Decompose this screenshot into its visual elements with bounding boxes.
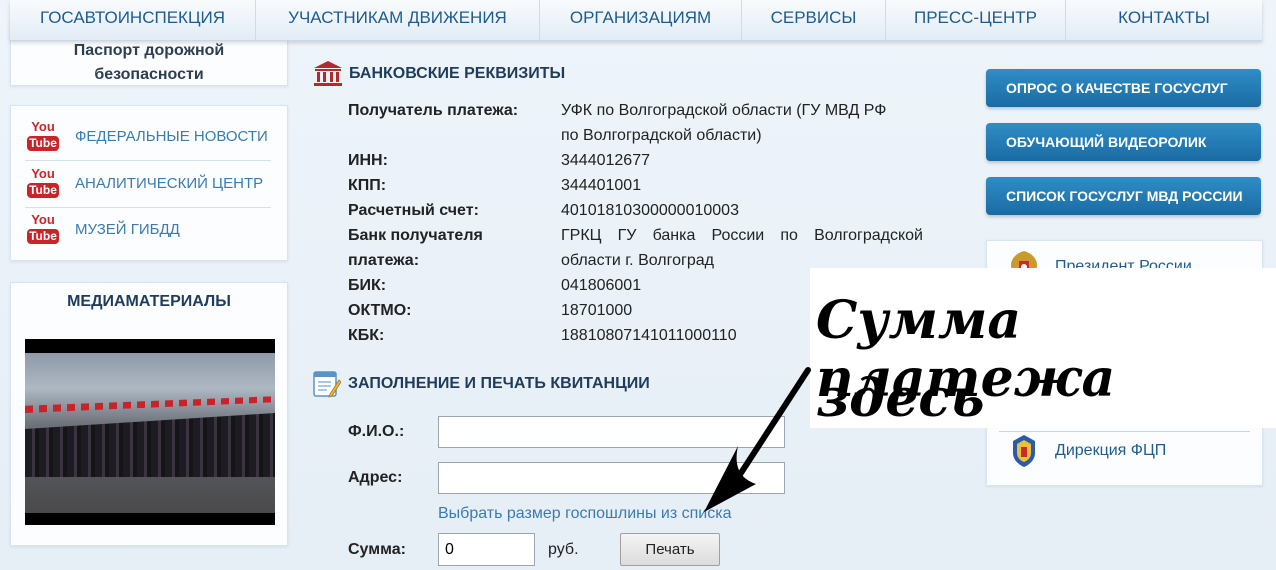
panel-divider bbox=[999, 431, 1250, 432]
oktmo-label: ОКТМО: bbox=[348, 302, 412, 319]
media-panel: МЕДИАМАТЕРИАЛЫ bbox=[10, 282, 288, 546]
passport-title: Паспорт дорожной безопасности bbox=[11, 39, 287, 87]
kbk-label: КБК: bbox=[348, 327, 385, 344]
youtube-icon-tube: Tube bbox=[27, 136, 59, 151]
bank-value-line1: ГРКЦ ГУ банка России по Волгоградской bbox=[561, 227, 923, 244]
print-button[interactable]: Печать bbox=[620, 533, 720, 566]
youtube-link-label: АНАЛИТИЧЕСКИЙ ЦЕНТР bbox=[75, 175, 264, 192]
passport-title-line1: Паспорт дорожной bbox=[73, 42, 225, 59]
inn-value: 3444012677 bbox=[561, 152, 650, 169]
form-icon bbox=[313, 371, 341, 398]
annotation-line2: здесь bbox=[816, 368, 985, 429]
address-label: Адрес: bbox=[348, 469, 403, 486]
top-navigation: ГОСАВТОИНСПЕКЦИЯ УЧАСТНИКАМ ДВИЖЕНИЯ ОРГ… bbox=[10, 0, 1262, 41]
nav-item-organizations[interactable]: ОРГАНИЗАЦИЯМ bbox=[540, 0, 742, 40]
recipient-value-line1: УФК по Волгоградской области (ГУ МВД РФ bbox=[561, 102, 887, 119]
nav-item-contacts[interactable]: КОНТАКТЫ bbox=[1066, 0, 1262, 40]
youtube-icon-tube: Tube bbox=[27, 183, 59, 198]
video-player[interactable] bbox=[25, 339, 275, 525]
youtube-icon-you: You bbox=[31, 166, 55, 181]
bik-value: 041806001 bbox=[561, 277, 642, 294]
youtube-icon-you: You bbox=[31, 119, 55, 134]
nav-item-gosavtoinspektsiya[interactable]: ГОСАВТОИНСПЕКЦИЯ bbox=[10, 0, 256, 40]
youtube-link-label: МУЗЕЙ ГИБДД bbox=[75, 221, 180, 238]
services-list-button[interactable]: СПИСОК ГОСУСЛУГ МВД РОССИИ bbox=[986, 177, 1261, 215]
youtube-icon: You Tube bbox=[25, 120, 61, 154]
youtube-link-analytic-center[interactable]: You Tube АНАЛИТИЧЕСКИЙ ЦЕНТР bbox=[25, 161, 271, 208]
bank-label-line2: платежа: bbox=[348, 252, 420, 269]
sum-input[interactable] bbox=[438, 533, 535, 566]
account-label: Расчетный счет: bbox=[348, 202, 479, 219]
form-title: ЗАПОЛНЕНИЕ И ПЕЧАТЬ КВИТАНЦИИ bbox=[348, 375, 650, 392]
kbk-value: 18810807141011000110 bbox=[561, 327, 737, 344]
youtube-link-museum[interactable]: You Tube МУЗЕЙ ГИБДД bbox=[25, 207, 271, 253]
bank-label-line1: Банк получателя bbox=[348, 227, 483, 244]
bank-details-title: БАНКОВСКИЕ РЕКВИЗИТЫ bbox=[349, 65, 566, 82]
fcp-emblem-icon bbox=[1013, 435, 1035, 467]
sum-label: Сумма: bbox=[348, 541, 406, 558]
nav-item-services[interactable]: СЕРВИСЫ bbox=[742, 0, 886, 40]
account-value: 40101810300000010003 bbox=[561, 202, 739, 219]
passport-title-line2: безопасности bbox=[94, 66, 204, 83]
youtube-link-federal-news[interactable]: You Tube ФЕДЕРАЛЬНЫЕ НОВОСТИ bbox=[25, 114, 271, 161]
fio-label: Ф.И.О.: bbox=[348, 423, 405, 440]
bik-label: БИК: bbox=[348, 277, 387, 294]
nav-item-participants[interactable]: УЧАСТНИКАМ ДВИЖЕНИЯ bbox=[256, 0, 540, 40]
oktmo-value: 18701000 bbox=[561, 302, 633, 319]
youtube-icon-you: You bbox=[31, 212, 55, 227]
survey-button[interactable]: ОПРОС О КАЧЕСТВЕ ГОСУСЛУГ bbox=[986, 69, 1261, 107]
youtube-links-panel: You Tube ФЕДЕРАЛЬНЫЕ НОВОСТИ You Tube АНАЛ… bbox=[10, 105, 288, 261]
fcp-directorate-link[interactable]: Дирекция ФЦП bbox=[1055, 442, 1166, 460]
training-video-button[interactable]: ОБУЧАЮЩИЙ ВИДЕОРОЛИК bbox=[986, 123, 1261, 161]
bank-icon bbox=[314, 61, 342, 86]
kpp-value: 344401001 bbox=[561, 177, 642, 194]
recipient-value-line2: по Волгоградской области) bbox=[561, 127, 762, 144]
youtube-icon: You Tube bbox=[25, 167, 61, 201]
youtube-icon: You Tube bbox=[25, 213, 61, 247]
currency-label: руб. bbox=[548, 541, 579, 558]
kpp-label: КПП: bbox=[348, 177, 387, 194]
youtube-link-label: ФЕДЕРАЛЬНЫЕ НОВОСТИ bbox=[75, 128, 268, 145]
bank-value-line2: области г. Волгоград bbox=[561, 252, 714, 269]
media-title: МЕДИАМАТЕРИАЛЫ bbox=[67, 293, 231, 310]
annotation-arrow-icon bbox=[704, 367, 811, 512]
inn-label: ИНН: bbox=[348, 152, 388, 169]
fee-list-link[interactable]: Выбрать размер госпошлины из списка bbox=[438, 505, 732, 523]
youtube-icon-tube: Tube bbox=[27, 229, 59, 244]
nav-item-press-center[interactable]: ПРЕСС-ЦЕНТР bbox=[886, 0, 1066, 40]
recipient-label: Получатель платежа: bbox=[348, 102, 519, 119]
